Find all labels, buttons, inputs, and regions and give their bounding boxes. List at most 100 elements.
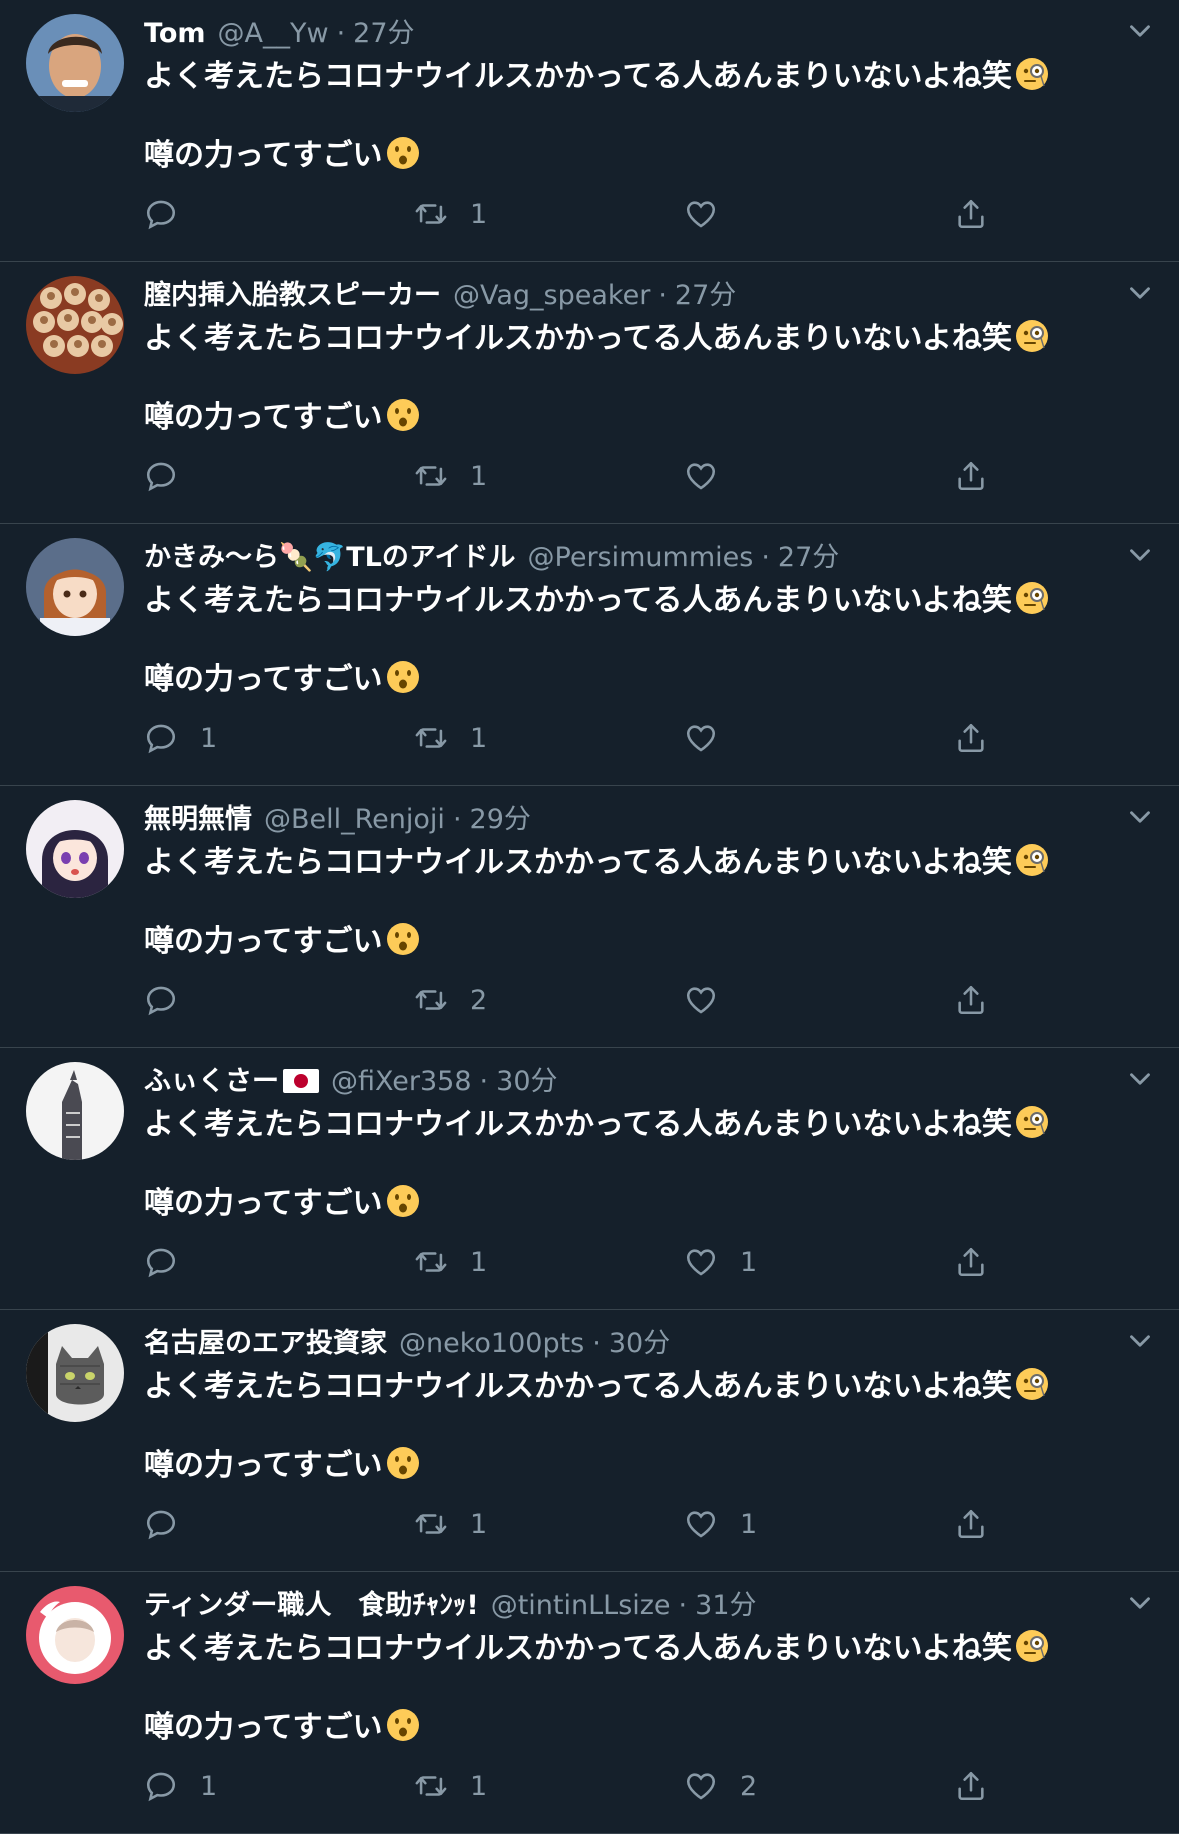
retweet-button[interactable]: 1: [414, 192, 487, 236]
tweet[interactable]: ティンダー職人 食助ﾁｬﾝｯ! @tintinLLsize · 31分 よく考えたらコ…: [0, 1572, 1179, 1834]
reply-icon: [144, 721, 178, 755]
display-name[interactable]: 無明無情: [144, 804, 252, 835]
tweet[interactable]: Tom @A__Yw · 27分 よく考えたらコロナウイルスかかってる人あんまりいない…: [0, 0, 1179, 262]
tweet-text-line2: 噂の力ってすごい: [144, 1448, 383, 1483]
display-name[interactable]: Tom: [144, 18, 206, 49]
like-count: 1: [740, 1246, 758, 1278]
chevron-down-icon[interactable]: [1123, 1586, 1157, 1620]
user-handle[interactable]: @neko100pts: [399, 1328, 584, 1359]
avatar[interactable]: [26, 1324, 124, 1422]
timestamp[interactable]: 27分: [675, 280, 736, 311]
tweet[interactable]: ふぃくさー @fiXer358 · 30分 よく考えたらコロナウイルスかかってる人あん…: [0, 1048, 1179, 1310]
user-handle[interactable]: @Vag_speaker: [453, 280, 650, 311]
like-button[interactable]: 1: [684, 1240, 757, 1284]
share-button[interactable]: [954, 1764, 988, 1808]
avatar[interactable]: [26, 1586, 124, 1684]
share-button[interactable]: [954, 716, 988, 760]
face-with-monocle-icon: [1014, 842, 1050, 878]
chevron-down-icon[interactable]: [1123, 1062, 1157, 1096]
reply-button[interactable]: 1: [144, 716, 217, 760]
user-handle[interactable]: @Bell_Renjoji: [264, 804, 445, 835]
display-name[interactable]: 膣内挿入胎教スピーカー: [144, 280, 441, 311]
heart-icon: [684, 1245, 718, 1279]
user-handle[interactable]: @tintinLLsize: [491, 1590, 671, 1621]
share-button[interactable]: [954, 978, 988, 1022]
chevron-down-icon[interactable]: [1123, 276, 1157, 310]
avatar[interactable]: [26, 538, 124, 636]
tweet-header: 名古屋のエア投資家 @neko100pts · 30分: [144, 1324, 670, 1364]
chevron-down-icon[interactable]: [1123, 14, 1157, 48]
tweet-text: よく考えたらコロナウイルスかかってる人あんまりいないよね笑 噂の力ってすごい: [144, 1366, 1050, 1486]
chevron-down-icon[interactable]: [1123, 1324, 1157, 1358]
display-name[interactable]: 名古屋のエア投資家: [144, 1328, 387, 1359]
timestamp[interactable]: 29分: [470, 804, 531, 835]
separator: ·: [479, 1066, 489, 1097]
avatar[interactable]: [26, 800, 124, 898]
japan-flag-icon: [283, 1069, 319, 1093]
user-handle[interactable]: @Persimummies: [528, 542, 754, 573]
timestamp[interactable]: 30分: [496, 1066, 557, 1097]
heart-icon: [684, 983, 718, 1017]
retweet-count: 1: [470, 722, 488, 754]
like-button[interactable]: [684, 716, 740, 760]
reply-button[interactable]: 1: [144, 1764, 217, 1808]
tweet[interactable]: かきみ〜ら🍡🐬TLのアイドル @Persimummies · 27分 よく考えたらコロ…: [0, 524, 1179, 786]
hushed-face-icon: [385, 1445, 421, 1481]
like-button[interactable]: [684, 978, 740, 1022]
timestamp[interactable]: 30分: [609, 1328, 670, 1359]
reply-icon: [144, 1507, 178, 1541]
reply-button[interactable]: [144, 454, 200, 498]
heart-icon: [684, 1507, 718, 1541]
timestamp[interactable]: 31分: [695, 1590, 756, 1621]
reply-icon: [144, 459, 178, 493]
reply-button[interactable]: [144, 1240, 200, 1284]
hushed-face-icon: [385, 921, 421, 957]
face-with-monocle-icon: [1014, 56, 1050, 92]
display-name[interactable]: ふぃくさー: [144, 1066, 279, 1097]
tweet[interactable]: 名古屋のエア投資家 @neko100pts · 30分 よく考えたらコロナウイルスかか…: [0, 1310, 1179, 1572]
retweet-button[interactable]: 1: [414, 454, 487, 498]
share-icon: [954, 721, 988, 755]
retweet-button[interactable]: 2: [414, 978, 487, 1022]
tweet-text-line1: よく考えたらコロナウイルスかかってる人あんまりいないよね笑: [144, 59, 1012, 94]
retweet-button[interactable]: 1: [414, 1240, 487, 1284]
separator: ·: [658, 280, 667, 311]
tweet-text-line2: 噂の力ってすごい: [144, 400, 383, 435]
tweet-text-line1: よく考えたらコロナウイルスかかってる人あんまりいないよね笑: [144, 1107, 1012, 1142]
tweet[interactable]: 膣内挿入胎教スピーカー @Vag_speaker · 27分 よく考えたらコロナウイル…: [0, 262, 1179, 524]
face-with-monocle-icon: [1014, 1628, 1050, 1664]
share-button[interactable]: [954, 192, 988, 236]
tweet-actions: 1: [144, 454, 1024, 498]
user-handle[interactable]: @fiXer358: [331, 1066, 472, 1097]
like-button[interactable]: [684, 192, 740, 236]
share-button[interactable]: [954, 1240, 988, 1284]
tweet-header: ふぃくさー @fiXer358 · 30分: [144, 1062, 558, 1102]
like-button[interactable]: 1: [684, 1502, 757, 1546]
avatar[interactable]: [26, 1062, 124, 1160]
tweet-actions: 1 1: [144, 1240, 1024, 1284]
like-button[interactable]: 2: [684, 1764, 757, 1808]
like-button[interactable]: [684, 454, 740, 498]
display-name[interactable]: ティンダー職人 食助ﾁｬﾝｯ!: [144, 1590, 479, 1621]
avatar[interactable]: [26, 276, 124, 374]
tweet-text-line1: よく考えたらコロナウイルスかかってる人あんまりいないよね笑: [144, 845, 1012, 880]
avatar[interactable]: [26, 14, 124, 112]
tweet[interactable]: 無明無情 @Bell_Renjoji · 29分 よく考えたらコロナウイルスかかってる…: [0, 786, 1179, 1048]
retweet-button[interactable]: 1: [414, 1502, 487, 1546]
retweet-button[interactable]: 1: [414, 1764, 487, 1808]
reply-button[interactable]: [144, 192, 200, 236]
user-handle[interactable]: @A__Yw: [218, 18, 329, 49]
reply-button[interactable]: [144, 978, 200, 1022]
chevron-down-icon[interactable]: [1123, 800, 1157, 834]
share-button[interactable]: [954, 454, 988, 498]
timestamp[interactable]: 27分: [778, 542, 839, 573]
heart-icon: [684, 1769, 718, 1803]
retweet-button[interactable]: 1: [414, 716, 487, 760]
face-with-monocle-icon: [1014, 580, 1050, 616]
share-button[interactable]: [954, 1502, 988, 1546]
hushed-face-icon: [385, 397, 421, 433]
timestamp[interactable]: 27分: [353, 18, 414, 49]
display-name[interactable]: かきみ〜ら🍡🐬TLのアイドル: [144, 542, 516, 573]
chevron-down-icon[interactable]: [1123, 538, 1157, 572]
reply-button[interactable]: [144, 1502, 200, 1546]
